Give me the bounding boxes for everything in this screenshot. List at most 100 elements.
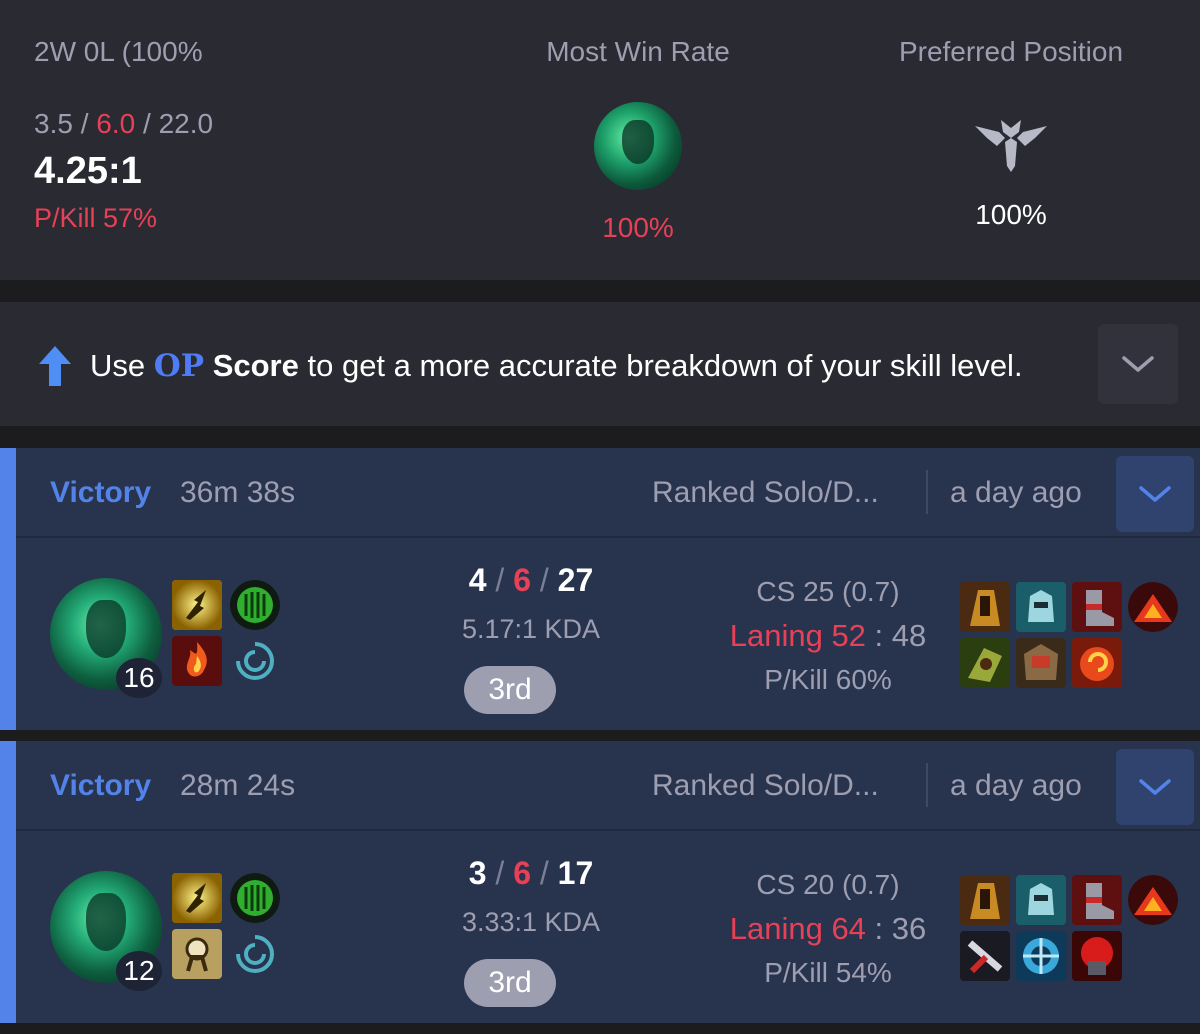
match-assists: 27 <box>557 562 594 598</box>
champion-portrait-icon[interactable] <box>594 102 682 190</box>
match-duration: 28m 24s <box>180 769 296 802</box>
result-strip <box>0 741 16 1023</box>
keystone-rune-icon[interactable] <box>230 580 280 630</box>
match-kills: 3 <box>468 855 487 891</box>
item-icon[interactable] <box>1072 638 1122 688</box>
match-card[interactable]: Victory 36m 38s Ranked Solo/D... a day a… <box>0 448 1200 730</box>
match-body: 12 3 / 6 / 17 3.33:1 KDA 3rd CS 20 (0.7)… <box>16 833 1200 1023</box>
match-deaths: 6 <box>513 855 531 891</box>
match-time-ago: a day ago <box>950 476 1082 509</box>
queue-type: Ranked Solo/D... <box>652 476 879 509</box>
exhaust-spell-icon[interactable] <box>172 929 222 979</box>
match-assists: 17 <box>557 855 594 891</box>
item-icon[interactable] <box>1016 875 1066 925</box>
chevron-down-icon <box>1139 486 1171 502</box>
laning-separator: : <box>874 618 884 653</box>
secondary-rune-icon[interactable] <box>230 636 280 686</box>
match-body: 16 4 / 6 / 27 5.17:1 KDA 3rd CS 25 (0.7)… <box>16 540 1200 730</box>
kda-ratio: 4.25:1 <box>34 150 142 192</box>
item-icon[interactable] <box>960 638 1010 688</box>
match-expand-button[interactable] <box>1116 456 1194 532</box>
ward-trinket-icon[interactable] <box>1128 582 1178 632</box>
laning-score: Laning 64 : 36 <box>696 911 960 947</box>
preferred-position: Preferred Position 100% <box>870 36 1152 231</box>
champion-level: 16 <box>116 658 162 698</box>
average-kda: 3.5 / 6.0 / 22.0 <box>34 108 214 139</box>
most-win-rate-pct: 100% <box>602 212 674 243</box>
most-win-rate: Most Win Rate 100% <box>520 36 756 244</box>
item-icon[interactable] <box>1016 638 1066 688</box>
ignite-spell-icon[interactable] <box>172 636 222 686</box>
match-time-ago: a day ago <box>950 769 1082 802</box>
preferred-position-pct: 100% <box>975 199 1047 230</box>
laning-label: Laning <box>729 911 823 946</box>
laning-separator: : <box>874 911 884 946</box>
avg-assists: 22.0 <box>158 108 214 139</box>
op-logo: OP <box>153 348 205 384</box>
match-kda-ratio: 3.33:1 KDA <box>461 907 601 937</box>
laning-score: Laning 52 : 48 <box>696 618 960 654</box>
avg-kills: 3.5 <box>34 108 73 139</box>
chevron-down-icon <box>1122 356 1154 372</box>
laning-lose: 36 <box>891 911 927 946</box>
laning-win: 64 <box>831 911 866 946</box>
match-kill-participation: P/Kill 60% <box>764 664 892 695</box>
kda-slash: / <box>495 855 505 891</box>
header-divider <box>926 470 928 514</box>
secondary-rune-icon[interactable] <box>230 929 280 979</box>
match-result: Victory <box>50 769 152 802</box>
kda-slash: / <box>495 562 505 598</box>
arrow-up-icon <box>39 346 71 386</box>
stats-summary: 2W 0L (100% 3.5 / 6.0 / 22.0 4.25:1 P/Ki… <box>0 0 1200 280</box>
match-rank-badge: 3rd <box>464 666 556 714</box>
queue-type: Ranked Solo/D... <box>652 769 879 802</box>
flash-spell-icon[interactable] <box>172 873 222 923</box>
match-expand-button[interactable] <box>1116 749 1194 825</box>
most-win-rate-title: Most Win Rate <box>546 36 730 67</box>
op-score-message: Use OP Score to get a more accurate brea… <box>90 348 1023 384</box>
match-header: Victory 28m 24s Ranked Solo/D... a day a… <box>16 741 1200 831</box>
chevron-down-icon <box>1139 779 1171 795</box>
item-icon[interactable] <box>1016 582 1066 632</box>
item-icon[interactable] <box>1072 875 1122 925</box>
op-message-suffix: to get a more accurate breakdown of your… <box>298 348 1023 383</box>
kda-slash: / <box>539 855 549 891</box>
match-kda: 4 / 6 / 27 <box>436 562 626 599</box>
keystone-rune-icon[interactable] <box>230 873 280 923</box>
laning-label: Laning <box>729 618 823 653</box>
match-rank-badge: 3rd <box>464 959 556 1007</box>
creep-score: CS 25 (0.7) <box>756 576 900 607</box>
creep-score: CS 20 (0.7) <box>756 869 900 900</box>
kill-participation: P/Kill 57% <box>34 203 158 233</box>
kda-slash: / <box>539 562 549 598</box>
match-kda-ratio: 5.17:1 KDA <box>461 614 601 644</box>
header-divider <box>926 763 928 807</box>
flash-spell-icon[interactable] <box>172 580 222 630</box>
ward-trinket-icon[interactable] <box>1128 875 1178 925</box>
match-kills: 4 <box>468 562 487 598</box>
op-message-prefix: Use <box>90 348 154 383</box>
item-icon[interactable] <box>960 582 1010 632</box>
match-header: Victory 36m 38s Ranked Solo/D... a day a… <box>16 448 1200 538</box>
op-score-label: Score <box>212 348 299 383</box>
win-loss-record: 2W 0L (100% <box>34 36 203 67</box>
op-toggle-inner <box>1098 324 1178 404</box>
support-role-icon <box>975 120 1047 172</box>
match-kda: 3 / 6 / 17 <box>436 855 626 892</box>
champion-level: 12 <box>116 951 162 991</box>
item-icon[interactable] <box>1072 931 1122 981</box>
laning-lose: 48 <box>891 618 927 653</box>
summary-left: 2W 0L (100% 3.5 / 6.0 / 22.0 4.25:1 P/Ki… <box>34 36 213 234</box>
item-icon[interactable] <box>960 931 1010 981</box>
item-icon[interactable] <box>1016 931 1066 981</box>
match-card[interactable]: Victory 28m 24s Ranked Solo/D... a day a… <box>0 741 1200 1023</box>
item-icon[interactable] <box>960 875 1010 925</box>
match-duration: 36m 38s <box>180 476 296 509</box>
op-score-banner: Use OP Score to get a more accurate brea… <box>0 302 1200 426</box>
match-result: Victory <box>50 476 152 509</box>
match-deaths: 6 <box>513 562 531 598</box>
op-score-expand-button[interactable] <box>1098 324 1178 404</box>
item-icon[interactable] <box>1072 582 1122 632</box>
laning-win: 52 <box>831 618 866 653</box>
avg-deaths: 6.0 <box>96 108 136 139</box>
